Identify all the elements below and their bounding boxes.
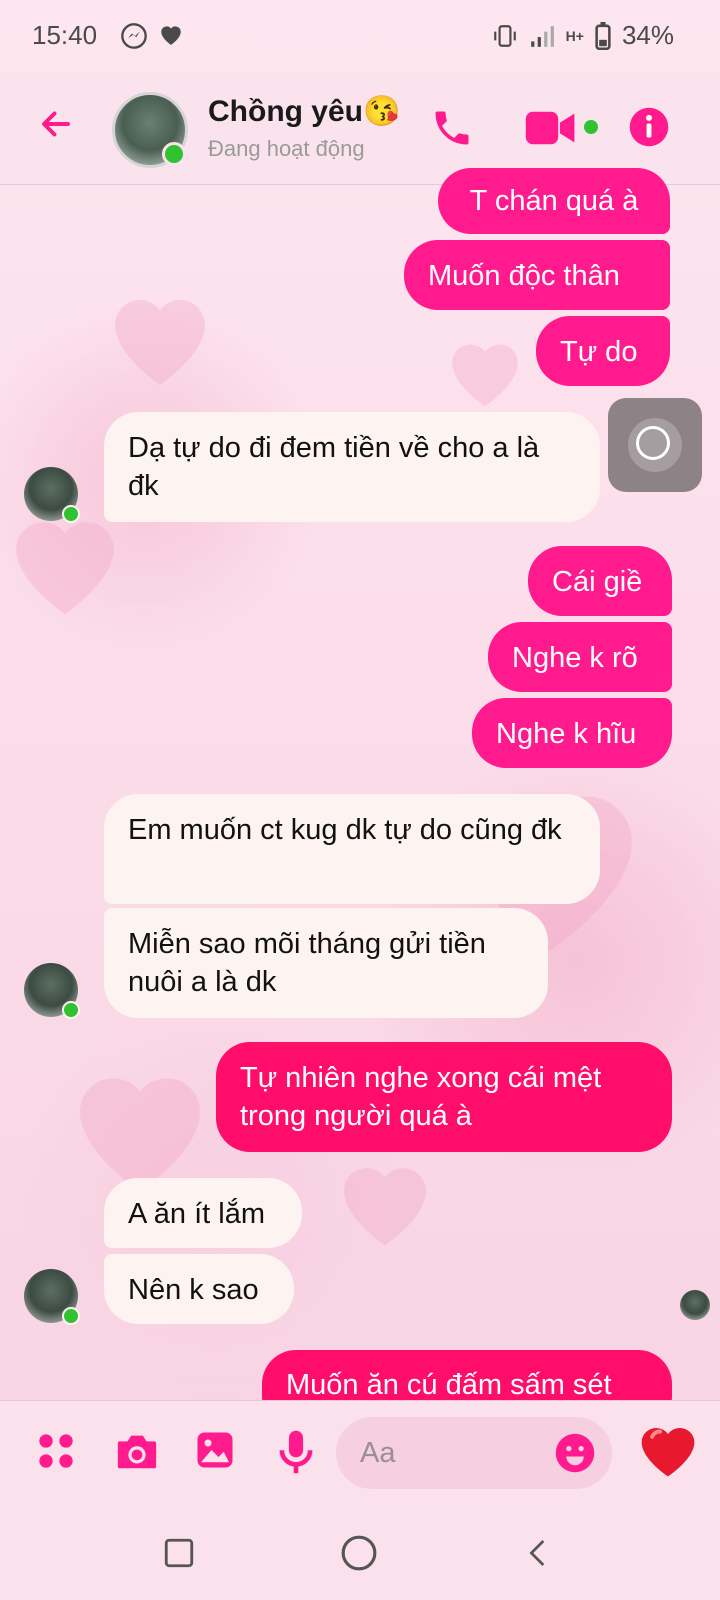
message-bubble-them[interactable]: Dạ tự do đi đem tiền về cho a là đk [104, 412, 600, 522]
online-indicator [62, 1307, 80, 1325]
status-bar: 15:40 H+ 34% [0, 0, 720, 72]
message-bubble-me[interactable]: Tự nhiên nghe xong cái mệt trong người q… [216, 1042, 672, 1152]
gallery-icon[interactable] [194, 1429, 236, 1471]
online-indicator [162, 142, 186, 166]
seen-receipt-avatar [680, 1290, 710, 1320]
message-bubble-them[interactable]: A ăn ít lắm [104, 1178, 302, 1248]
system-nav-bar [0, 1506, 720, 1600]
back-button-icon[interactable] [522, 1536, 554, 1570]
message-input-placeholder: Aa [360, 1437, 396, 1469]
message-bubble-them[interactable]: Em muốn ct kug dk tự do cũng đk [104, 794, 600, 904]
battery-icon [595, 21, 611, 50]
message-bubble-me[interactable]: Muốn độc thân [404, 240, 670, 310]
bg-heart-icon [344, 1168, 426, 1246]
signal-icon [530, 25, 554, 47]
emoji-icon[interactable] [554, 1432, 596, 1474]
bg-heart-icon [452, 344, 518, 407]
vibrate-icon [493, 24, 516, 47]
online-indicator [62, 505, 80, 523]
message-bubble-me[interactable]: T chán quá à [438, 168, 670, 234]
message-bubble-me[interactable]: Nghe k hĩu [472, 698, 672, 768]
online-indicator [62, 1001, 80, 1019]
message-bubble-me[interactable]: Nghe k rõ [488, 622, 672, 692]
message-input[interactable]: Aa [336, 1417, 612, 1489]
messenger-icon [121, 23, 147, 49]
heart-notification-icon [161, 26, 181, 45]
phone-call-icon[interactable] [430, 106, 474, 150]
bg-heart-icon [115, 300, 205, 385]
message-bubble-them[interactable]: Nên k sao [104, 1254, 294, 1324]
apps-grid-icon[interactable] [36, 1431, 76, 1471]
message-bubble-them[interactable]: Miễn sao mõi tháng gửi tiền nuôi a là dk [104, 908, 548, 1018]
microphone-icon[interactable] [278, 1429, 314, 1475]
message-bubble-me[interactable]: Cái giề [528, 546, 672, 616]
assistive-circle-icon [636, 426, 670, 460]
video-online-dot [584, 120, 598, 134]
floating-assistive-button[interactable] [608, 398, 702, 492]
status-time: 15:40 [32, 20, 98, 50]
message-composer: Aa [0, 1400, 720, 1507]
contact-name[interactable]: Chồng yêu😘 [208, 94, 400, 129]
home-button-icon[interactable] [340, 1534, 378, 1572]
heart-reaction-icon[interactable] [636, 1421, 700, 1479]
message-bubble-me[interactable]: Tự do [536, 316, 670, 386]
video-call-icon[interactable] [524, 108, 578, 148]
network-type: H+ [565, 27, 584, 44]
contact-status: Đang hoạt động [208, 136, 365, 161]
camera-icon[interactable] [114, 1429, 160, 1473]
info-icon[interactable] [628, 106, 670, 148]
back-arrow-icon[interactable] [36, 106, 76, 142]
battery-percent: 34% [621, 20, 674, 50]
recents-button-icon[interactable] [162, 1536, 196, 1570]
